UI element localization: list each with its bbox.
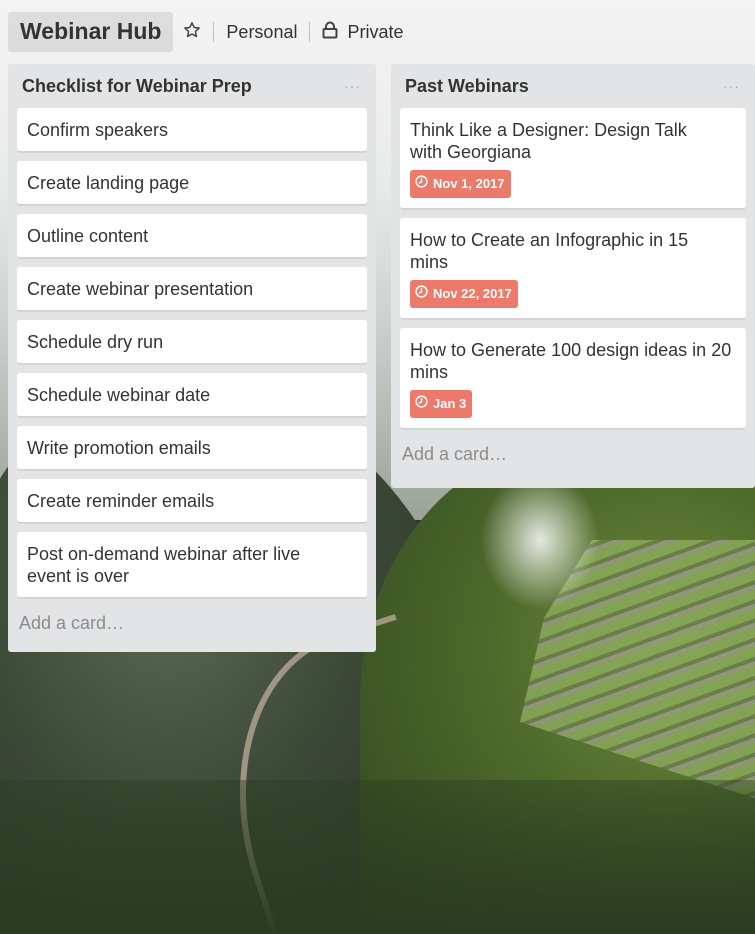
list-card[interactable]: Create webinar presentation [17, 267, 367, 311]
list-card[interactable]: Schedule webinar date [17, 373, 367, 417]
list-card[interactable]: Confirm speakers [17, 108, 367, 152]
team-label: Personal [226, 21, 298, 42]
due-date-label: Jan 3 [433, 396, 467, 411]
list-checklist-webinar-prep: Checklist for Webinar Prep ··· Confirm s… [8, 64, 376, 652]
background-mist [480, 470, 600, 610]
team-button[interactable]: Personal [226, 22, 297, 43]
add-card-button[interactable]: Add a card… [17, 607, 367, 634]
board-title[interactable]: Webinar Hub [8, 12, 174, 52]
list-card[interactable]: Create landing page [17, 161, 367, 205]
due-date-label: Nov 22, 2017 [433, 286, 512, 301]
board-header: Webinar Hub Personal Private [8, 10, 755, 54]
star-icon [183, 21, 201, 44]
due-date-label: Nov 1, 2017 [433, 176, 505, 191]
list-card[interactable]: Create reminder emails [17, 479, 367, 523]
ellipsis-icon[interactable]: ··· [723, 78, 740, 94]
card-title: Schedule webinar date [27, 385, 211, 405]
card-title: Post on-demand webinar after live event … [27, 544, 301, 586]
clock-icon [415, 283, 428, 305]
list-card[interactable]: Write promotion emails [17, 426, 367, 470]
card-title: Create landing page [27, 173, 190, 193]
list-past-webinars: Past Webinars ··· Think Like a Designer:… [391, 64, 755, 488]
list-card[interactable]: How to Create an Infographic in 15 mins … [400, 218, 746, 319]
card-title: Confirm speakers [27, 120, 169, 140]
list-header: Past Webinars ··· [400, 64, 746, 108]
card-title: How to Create an Infographic in 15 mins [410, 230, 689, 272]
visibility-button[interactable]: Private [322, 21, 404, 44]
list-card[interactable]: Post on-demand webinar after live event … [17, 532, 367, 598]
background-forest [0, 780, 755, 934]
card-title: Think Like a Designer: Design Talk with … [410, 120, 687, 162]
visibility-label: Private [347, 21, 404, 42]
card-title: How to Generate 100 design ideas in 20 m… [410, 340, 732, 382]
due-date-badge[interactable]: Nov 22, 2017 [410, 280, 518, 308]
star-button[interactable] [183, 21, 201, 44]
lock-icon [322, 21, 338, 44]
list-title[interactable]: Checklist for Webinar Prep [22, 76, 252, 97]
clock-icon [415, 393, 428, 415]
due-date-badge[interactable]: Nov 1, 2017 [410, 170, 511, 198]
header-divider [213, 22, 215, 42]
card-title: Outline content [27, 226, 149, 246]
card-title: Write promotion emails [27, 438, 211, 458]
add-card-button[interactable]: Add a card… [400, 438, 746, 465]
card-title: Create reminder emails [27, 491, 215, 511]
card-title: Schedule dry run [27, 332, 164, 352]
card-title: Create webinar presentation [27, 279, 254, 299]
list-card[interactable]: How to Generate 100 design ideas in 20 m… [400, 328, 746, 429]
header-divider [309, 22, 311, 42]
due-date-badge[interactable]: Jan 3 [410, 390, 473, 418]
list-card[interactable]: Schedule dry run [17, 320, 367, 364]
list-card[interactable]: Outline content [17, 214, 367, 258]
list-card[interactable]: Think Like a Designer: Design Talk with … [400, 108, 746, 209]
clock-icon [415, 173, 428, 195]
ellipsis-icon[interactable]: ··· [344, 78, 361, 94]
list-header: Checklist for Webinar Prep ··· [17, 64, 367, 108]
list-title[interactable]: Past Webinars [405, 76, 529, 97]
